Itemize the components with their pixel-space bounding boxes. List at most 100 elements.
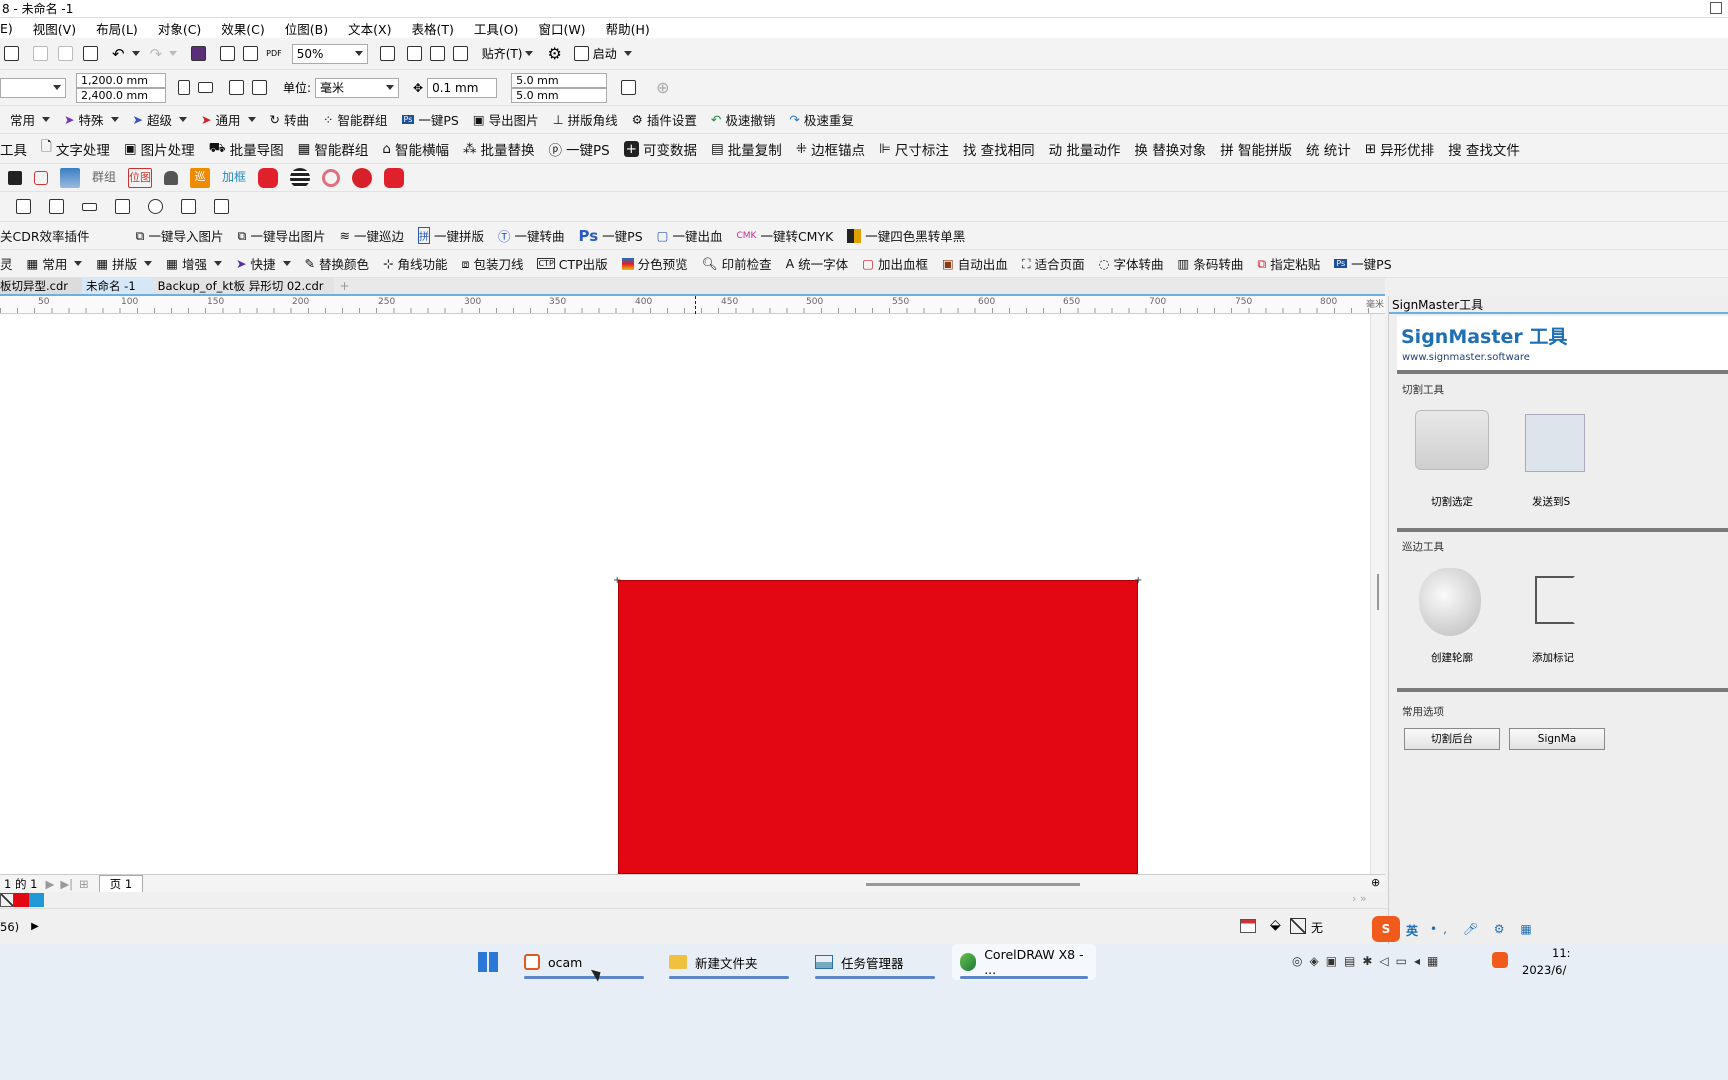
zoom-to-page-icon[interactable] <box>379 46 395 61</box>
treat-as-filled-icon[interactable] <box>621 80 637 95</box>
plugin2-shape-nesting[interactable]: ⊞ 异形优排 <box>1365 139 1434 159</box>
vertical-scroll-thumb[interactable] <box>1377 574 1379 610</box>
signmaster-url[interactable]: www.signmaster.software <box>1402 352 1530 363</box>
clock-time[interactable]: 11: <box>1552 946 1571 960</box>
signmaster-button[interactable]: SignMa <box>1509 728 1605 750</box>
plugin-super[interactable]: ➤ 超级 <box>133 110 188 129</box>
plugin6-font-to-curve[interactable]: ◌ 字体转曲 <box>1099 254 1164 273</box>
no-color-swatch[interactable] <box>0 893 14 907</box>
zoom-icon[interactable]: ⊕ <box>1371 876 1380 889</box>
plugin2-batch-replace[interactable]: ⁂ 批量替换 <box>463 139 535 159</box>
bell-icon[interactable] <box>164 170 179 185</box>
plugin-imposition-marks[interactable]: ⊥ 拼版角线 <box>553 110 618 129</box>
plugin2-image[interactable]: ▣ 图片处理 <box>124 139 195 159</box>
add-frame-tag[interactable]: 加框 <box>222 168 246 188</box>
plugin5-bleed[interactable]: ▢ 一键出血 <box>657 226 723 245</box>
plugin6-fit-page[interactable]: ⛶ 适合页面 <box>1022 254 1085 273</box>
add-page-icon[interactable]: ⊕ <box>656 78 669 97</box>
target-icon[interactable] <box>322 168 341 187</box>
plotter-icon[interactable] <box>1415 410 1489 470</box>
menu-text[interactable]: 文本(X) <box>348 19 391 38</box>
search-content-icon[interactable] <box>191 46 207 61</box>
plugin5-ps[interactable]: Ps 一键PS <box>579 226 643 245</box>
stop-icon-1[interactable] <box>258 167 279 188</box>
plugin2-text[interactable]: 🗋 文字处理 <box>41 137 110 160</box>
cut-background-button[interactable]: 切割后台 <box>1404 728 1500 750</box>
nudge-distance-field[interactable]: 0.1 mm <box>427 77 498 98</box>
landscape-icon[interactable] <box>198 82 213 93</box>
add-marks-label[interactable]: 添加标记 <box>1532 650 1574 665</box>
drawing-canvas[interactable]: + + <box>0 314 1370 874</box>
plugin-general[interactable]: ➤ 通用 <box>201 110 256 129</box>
send-window-icon[interactable] <box>1525 414 1585 472</box>
current-page-icon[interactable] <box>252 80 267 95</box>
print-icon[interactable] <box>4 46 19 61</box>
stop-icon-2[interactable] <box>384 167 405 188</box>
add-tab-icon[interactable]: + <box>334 279 356 293</box>
split-circle-icon[interactable] <box>352 167 373 188</box>
doc-tab-2-active[interactable]: 未命名 -1 <box>82 278 154 294</box>
plugin2-smart-group[interactable]: ▦ 智能群组 <box>298 139 369 159</box>
picture-icon[interactable] <box>60 167 80 188</box>
plugin5-export-image[interactable]: ⧉ 一键导出图片 <box>238 226 326 245</box>
group-tag[interactable]: 群组 <box>92 168 116 188</box>
tool-icon-1[interactable] <box>16 199 31 214</box>
selection-handle-tl[interactable]: + <box>613 575 621 586</box>
tray-sogou-icon[interactable] <box>1492 952 1508 968</box>
plugin6-quick[interactable]: ➤ 快捷 <box>236 254 291 273</box>
status-arrow-icon[interactable]: ▶ <box>31 921 39 932</box>
taskbar-app-coreldraw[interactable]: CorelDRAW X8 - ... <box>952 944 1096 980</box>
all-pages-icon[interactable] <box>229 80 244 95</box>
vertical-scrollbar[interactable] <box>1370 314 1385 874</box>
plugin2-find-file[interactable]: 搜 查找文件 <box>1448 139 1520 159</box>
gear-icon[interactable]: ⚙ <box>547 44 561 63</box>
plugin6-die-line[interactable]: ⧈ 包装刀线 <box>462 254 524 273</box>
plugin6-ctp[interactable]: CTP CTP出版 <box>537 254 608 273</box>
plugin6-common[interactable]: ▦ 常用 <box>27 254 83 273</box>
copy-icon[interactable] <box>58 46 73 61</box>
undo-icon[interactable]: ↶ <box>112 45 125 63</box>
plugin6-imposition[interactable]: ▦ 拼版 <box>96 254 153 273</box>
lines-icon[interactable] <box>290 167 311 188</box>
plugin6-replace-color[interactable]: ✎ 替换颜色 <box>305 254 370 273</box>
plugin2-smart-imposition[interactable]: 拼 智能拼版 <box>1220 139 1292 159</box>
import-icon[interactable] <box>220 46 236 61</box>
plugin5-black-convert[interactable]: 一键四色黑转单黑 <box>847 226 965 245</box>
plugin6-unify-font[interactable]: A 统一字体 <box>786 254 849 273</box>
user-icon[interactable] <box>1710 2 1722 14</box>
plugin5-imposition[interactable]: 拼一键拼版 <box>417 226 484 245</box>
apple-icon[interactable] <box>1419 568 1481 636</box>
plugin2-statistics[interactable]: 统 统计 <box>1306 139 1351 159</box>
menu-effects[interactable]: 效果(C) <box>221 19 264 38</box>
export-icon[interactable] <box>243 46 259 61</box>
plugin2-batch-action[interactable]: 动 批量动作 <box>1049 139 1121 159</box>
add-page-button[interactable]: ⊞ <box>79 877 89 891</box>
taskbar-app-task-manager[interactable]: 任务管理器 <box>807 944 943 980</box>
plugin6-separation-preview[interactable]: 分色预览 <box>621 254 688 273</box>
plugin-settings[interactable]: ⚙ 插件设置 <box>632 110 697 129</box>
black-square-icon[interactable] <box>8 170 22 185</box>
plugin6-auto-bleed[interactable]: ▣ 自动出血 <box>942 254 1008 273</box>
tool-icon-2[interactable] <box>49 199 64 214</box>
full-screen-icon[interactable] <box>406 46 422 61</box>
menu-table[interactable]: 表格(T) <box>411 19 453 38</box>
menu-object[interactable]: 对象(C) <box>158 19 201 38</box>
plugin6-preflight[interactable]: 🔍︎ 印前检查 <box>702 254 772 273</box>
red-swatch[interactable] <box>14 893 29 907</box>
page-tab[interactable]: 页 1 <box>98 875 144 892</box>
pdf-icon[interactable]: PDF <box>266 49 282 58</box>
plugin2-batch-copy[interactable]: ▤ 批量复制 <box>711 139 782 159</box>
plugin2-smart-banner[interactable]: ⌂ 智能横幅 <box>382 139 449 159</box>
menu-window[interactable]: 窗口(W) <box>538 19 585 38</box>
dup-y-field[interactable]: 5.0 mm <box>511 87 608 103</box>
snap-to-button[interactable]: 贴齐(T) <box>482 45 534 62</box>
plugin-fast-undo[interactable]: ↶ 极速撤销 <box>711 110 776 129</box>
palette-scroll-arrows[interactable]: › » <box>1352 892 1367 905</box>
plugin-one-click-ps[interactable]: Ps 一键PS <box>401 110 459 129</box>
color-proof-icon[interactable] <box>1240 919 1256 933</box>
grid-icon[interactable] <box>429 46 445 61</box>
create-outline-label[interactable]: 创建轮廓 <box>1431 650 1473 665</box>
clock-date[interactable]: 2023/6/ <box>1522 963 1566 977</box>
dup-x-field[interactable]: 5.0 mm <box>511 72 608 88</box>
plugin-smart-group[interactable]: ⁘ 智能群组 <box>323 110 388 129</box>
